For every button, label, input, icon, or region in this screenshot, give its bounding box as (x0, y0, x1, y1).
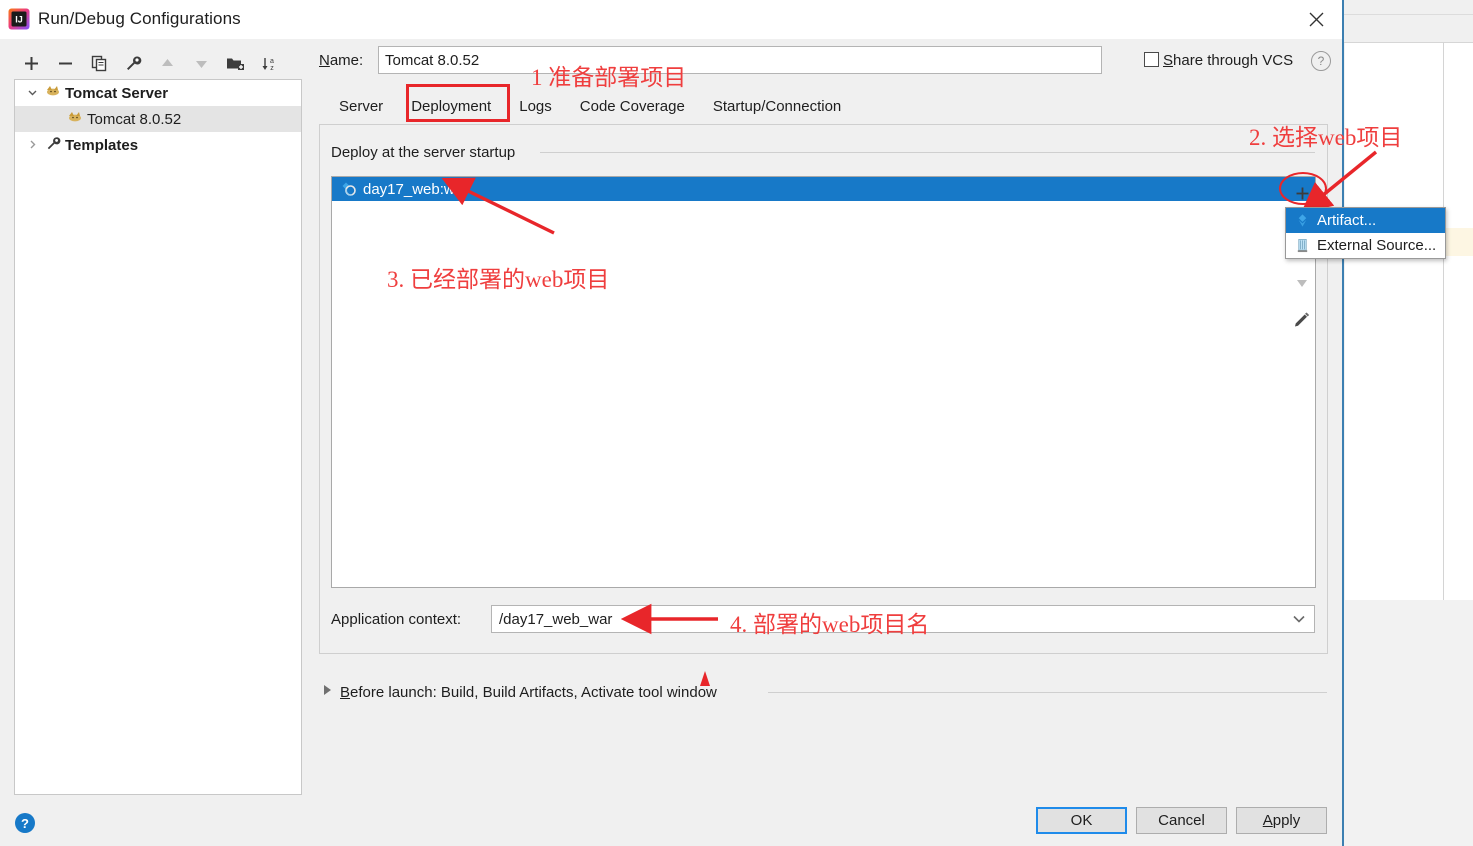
vcs-mnemonic: S (1163, 52, 1174, 69)
annotation-3: 3. 已经部署的web项目 (387, 267, 610, 292)
before-launch-divider (768, 692, 1327, 693)
annotation-1: 1 准备部署项目 (531, 65, 687, 90)
tab-code-coverage[interactable]: Code Coverage (566, 93, 699, 120)
configuration-tabs: Server Deployment Logs Code Coverage Sta… (325, 90, 855, 129)
before-launch-rest: efore launch: Build, Build Artifacts, Ac… (350, 684, 717, 701)
move-up-icon[interactable] (150, 49, 184, 79)
tree-node-templates[interactable]: Templates (15, 132, 301, 158)
svg-text:z: z (270, 65, 274, 72)
apply-button[interactable]: Apply (1236, 807, 1327, 834)
tree-node-label: Tomcat 8.0.52 (87, 110, 182, 128)
tab-startup-connection[interactable]: Startup/Connection (699, 93, 855, 120)
background-ide-lower-panel (1345, 600, 1473, 846)
deploy-group-divider (540, 152, 1315, 153)
copy-configuration-icon[interactable] (82, 49, 116, 79)
annotation-4: 4. 部署的web项目名 (730, 612, 930, 637)
vcs-label-rest: hare through VCS (1173, 52, 1294, 69)
configurations-toolbar: a z (14, 47, 302, 80)
remove-configuration-button[interactable] (48, 49, 82, 79)
artifact-icon (338, 181, 360, 197)
chevron-right-icon[interactable] (324, 685, 331, 695)
edit-artifact-button[interactable] (1287, 304, 1317, 338)
dialog-title: Run/Debug Configurations (38, 9, 241, 28)
tree-node-tomcat-server[interactable]: Tomcat Server (15, 80, 301, 106)
screenshot-root: IJ Run/Debug Configurations a z Tomcat S… (0, 0, 1473, 846)
move-down-icon[interactable] (184, 49, 218, 79)
chevron-down-icon[interactable] (1293, 614, 1305, 626)
tree-node-label: Templates (65, 136, 139, 154)
tomcat-icon (43, 84, 63, 102)
apply-mnemonic: A (1262, 812, 1273, 829)
before-launch-mnemonic: B (340, 684, 351, 701)
run-debug-configurations-dialog: IJ Run/Debug Configurations a z Tomcat S… (0, 0, 1344, 846)
background-highlight-strip (1444, 228, 1473, 256)
chevron-down-icon[interactable] (21, 86, 43, 101)
annotation-2: 2. 选择web项目 (1249, 125, 1403, 150)
svg-text:IJ: IJ (15, 15, 23, 25)
external-source-icon (1291, 238, 1313, 253)
help-question-icon[interactable]: ? (1311, 51, 1331, 71)
menu-item-label: External Source... (1317, 237, 1437, 254)
menu-item-artifact[interactable]: Artifact... (1286, 208, 1445, 233)
name-label: Name: (319, 52, 363, 69)
deployment-artifact-label: day17_web:war (363, 180, 469, 198)
intellij-idea-logo-icon: IJ (8, 8, 30, 30)
add-deployment-popup-menu[interactable]: Artifact... External Source... (1285, 207, 1446, 259)
artifact-icon (1291, 213, 1313, 228)
tab-server[interactable]: Server (325, 93, 397, 120)
tree-node-label: Tomcat Server (65, 84, 169, 102)
move-artifact-down-button[interactable] (1287, 266, 1317, 300)
name-label-rest: ame: (329, 52, 364, 69)
chevron-right-icon[interactable] (21, 138, 43, 153)
configurations-tree[interactable]: Tomcat Server Tomcat 8.0.52 Templates (14, 79, 302, 795)
dialog-titlebar: IJ Run/Debug Configurations (0, 0, 1342, 39)
wrench-icon[interactable] (116, 49, 150, 79)
tab-logs[interactable]: Logs (505, 93, 566, 120)
background-ide-toolbar (1344, 0, 1473, 43)
deploy-group-label: Deploy at the server startup (331, 144, 523, 161)
background-ide-divider (1344, 14, 1473, 15)
wrench-icon (43, 136, 63, 155)
close-icon[interactable] (1290, 0, 1342, 39)
table-row[interactable]: day17_web:war (332, 177, 1315, 201)
cancel-button[interactable]: Cancel (1136, 807, 1227, 834)
ok-button[interactable]: OK (1036, 807, 1127, 834)
application-context-value: /day17_web_war (499, 610, 613, 628)
tab-deployment[interactable]: Deployment (397, 93, 505, 129)
before-launch-label[interactable]: Before launch: Build, Build Artifacts, A… (340, 684, 725, 701)
deployment-list[interactable]: day17_web:war (331, 176, 1316, 588)
name-mnemonic: N (319, 52, 330, 69)
sort-az-icon[interactable]: a z (252, 49, 286, 79)
menu-item-label: Artifact... (1317, 212, 1377, 229)
folder-add-icon[interactable] (218, 49, 252, 79)
tree-node-tomcat-8-0-52[interactable]: Tomcat 8.0.52 (15, 106, 301, 132)
question-mark-icon[interactable]: ? (15, 813, 35, 833)
add-configuration-button[interactable] (14, 49, 48, 79)
share-through-vcs-label[interactable]: Share through VCS (1163, 52, 1293, 69)
share-through-vcs-checkbox[interactable] (1144, 52, 1159, 67)
add-button-annotation-ellipse (1279, 172, 1327, 205)
application-context-label: Application context: (331, 611, 462, 628)
apply-label-rest: pply (1272, 812, 1301, 829)
svg-text:a: a (270, 58, 274, 65)
tomcat-icon (65, 110, 85, 128)
name-input[interactable] (378, 46, 1102, 74)
menu-item-external-source[interactable]: External Source... (1286, 233, 1445, 258)
